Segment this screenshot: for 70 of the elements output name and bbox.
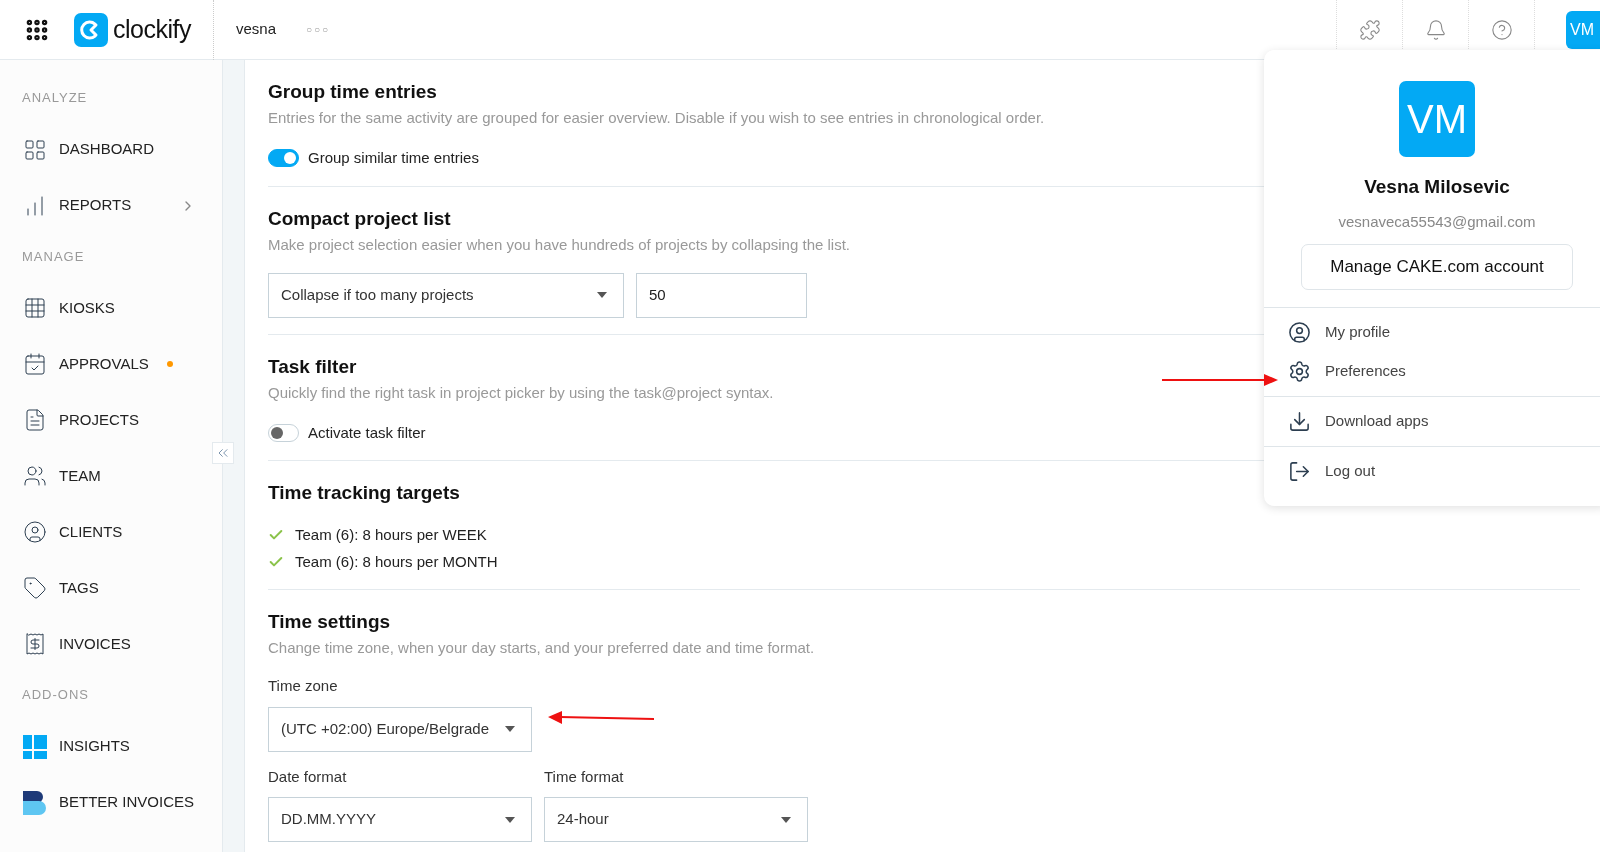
field-label: Time format [544,766,625,787]
gear-icon [1288,360,1311,383]
menu-item[interactable]: Preferences [1264,352,1600,391]
tag-icon [23,576,47,600]
exit-icon [1288,460,1311,483]
section-title: Time settings [268,610,391,634]
toggle-switch[interactable] [268,423,299,442]
toggle-label: Activate task filter [308,422,426,443]
sidebar-item[interactable]: BETTER INVOICES [0,774,222,831]
target-text: Team (6): 8 hours per MONTH [295,551,498,572]
download-icon [1288,410,1311,433]
help-icon[interactable] [1490,18,1513,41]
section-description: Entries for the same activity are grouped for easier overview. Disable if you wish to see entries in chronological order. [268,108,1045,128]
sidebar-item[interactable]: CLIENTS [0,504,222,560]
toggle-switch[interactable] [268,149,299,168]
number-input[interactable]: 50 [636,272,807,318]
grid-icon [23,296,47,320]
sidebar-item[interactable]: APPROVALS [0,336,222,392]
people-icon [23,464,47,488]
manage-account-button[interactable]: Manage CAKE.com account [1301,244,1573,290]
user-circle-icon [1288,321,1311,344]
section-label: ANALYZE [21,89,89,107]
sidebar-item[interactable]: INVOICES [0,616,222,672]
menu-item[interactable]: Download apps [1264,402,1600,441]
sidebar-item[interactable]: KIOSKS [0,280,222,336]
field-label: Time zone [268,676,339,696]
select-field[interactable]: Collapse if too many projects [268,272,624,318]
section-title: Time tracking targets [268,481,460,505]
section-label: MANAGE [21,247,86,266]
collapse-button[interactable] [212,442,234,464]
caret-icon [781,816,791,823]
caret-icon [505,816,515,823]
workspace-name[interactable]: vesna [235,18,276,41]
select-field[interactable]: 24-hour [544,797,808,842]
target-text: Team (6): 8 hours per WEEK [295,525,487,545]
logo-text: clockify [113,13,191,45]
caret-icon [505,726,515,732]
sidebar-item[interactable]: PROJECTS [0,392,222,448]
logo-mark-icon [74,12,108,47]
sidebar-item[interactable]: TEAM [0,448,222,504]
sidebar-item[interactable]: DASHBOARD [0,121,222,178]
calendar-check-icon [23,352,47,376]
sidebar-item[interactable]: REPORTS [0,177,222,234]
user-email: vesnaveca55543@gmail.com [1338,211,1536,232]
menu-item[interactable]: My profile [1264,313,1600,352]
sidebar-item[interactable]: TAGS [0,560,222,616]
user-circle-icon [23,520,47,544]
receipt-icon [23,632,47,656]
menu-item[interactable]: Log out [1264,452,1600,491]
bell-icon[interactable] [1424,18,1447,41]
section-label: ADD-ONS [21,686,90,704]
section-title: Task filter [268,354,357,379]
document-icon [23,408,47,432]
section-description: Change time zone, when your day starts, and your preferred date and time format. [268,638,815,658]
field-label: Date format [268,766,348,787]
profile-avatar: VM [1399,81,1475,157]
toggle-label: Group similar time entries [308,148,479,168]
section-description: Quickly find the right task in project picker by using the task@project syntax. [268,382,774,403]
select-field[interactable]: DD.MM.YYYY [268,797,532,842]
caret-icon [597,292,607,298]
puzzle-icon[interactable] [1358,18,1381,41]
section-title: Group time entries [268,80,437,104]
section-title: Compact project list [268,206,451,231]
grid-icon [23,137,47,162]
user-name: Vesna Milosevic [1364,175,1510,199]
section-description: Make project selection easier when you have hundreds of projects by collapsing the list. [268,234,850,255]
select-field[interactable]: (UTC +02:00) Europe/Belgrade [268,706,532,752]
layers-icon [23,790,47,815]
sidebar-item[interactable]: INSIGHTS [0,718,222,775]
tiles-icon [23,734,47,759]
